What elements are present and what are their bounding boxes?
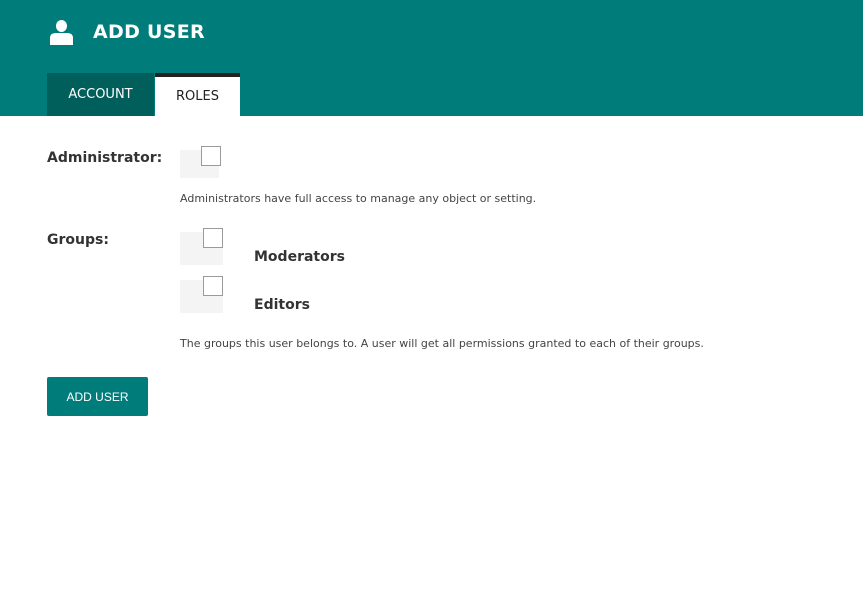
checkbox-box[interactable] xyxy=(203,228,223,248)
tab-bar: ACCOUNT ROLES xyxy=(47,73,240,116)
group-editors-label: Editors xyxy=(254,297,310,313)
checkbox-box[interactable] xyxy=(201,146,221,166)
user-icon xyxy=(48,19,75,46)
administrator-help-text: Administrators have full access to manag… xyxy=(180,192,537,205)
groups-help-text: The groups this user belongs to. A user … xyxy=(180,337,704,350)
tab-account[interactable]: ACCOUNT xyxy=(47,73,154,116)
tab-roles[interactable]: ROLES xyxy=(155,73,240,116)
administrator-label: Administrator: xyxy=(47,150,163,166)
groups-label: Groups: xyxy=(47,232,109,248)
page-header: ADD USER ACCOUNT ROLES xyxy=(0,0,863,116)
add-user-button[interactable]: ADD USER xyxy=(47,377,148,416)
title-row: ADD USER xyxy=(48,16,205,48)
checkbox-box[interactable] xyxy=(203,276,223,296)
group-moderators-label: Moderators xyxy=(254,249,345,265)
page-title: ADD USER xyxy=(93,21,205,43)
